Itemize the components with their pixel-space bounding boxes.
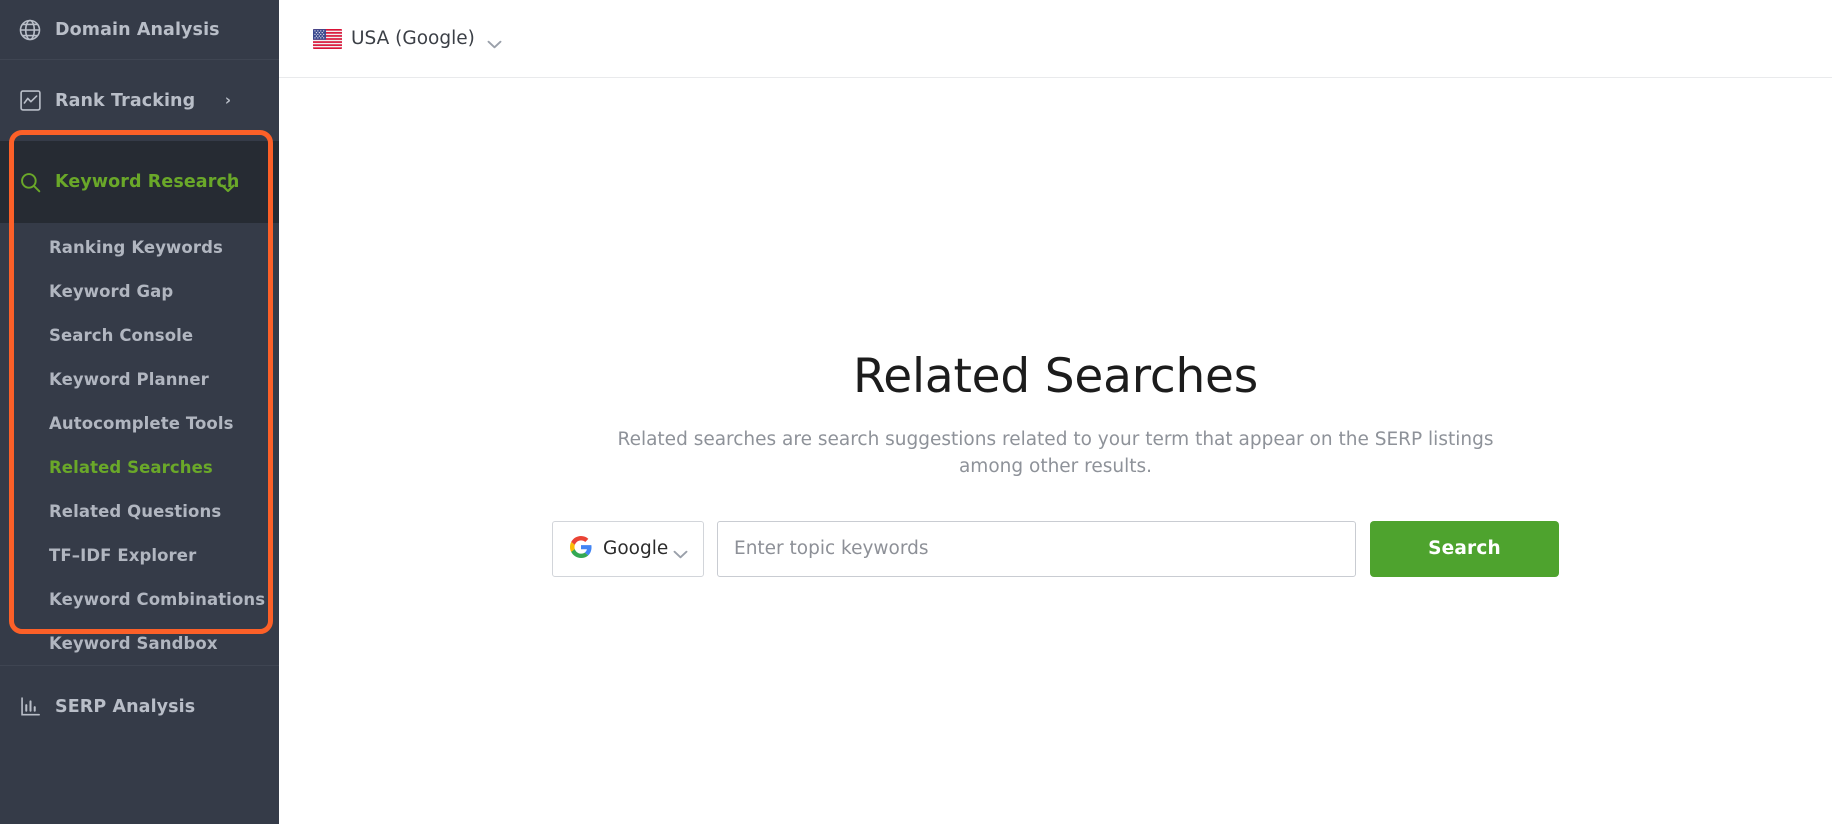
keyword-research-submenu: Ranking Keywords Keyword Gap Search Cons… — [0, 223, 279, 665]
search-icon — [17, 169, 43, 195]
chevron-down-icon — [221, 178, 235, 192]
chevron-down-icon — [487, 34, 502, 49]
sidebar-subitem-label: TF–IDF Explorer — [49, 545, 197, 565]
google-logo-icon — [570, 535, 592, 562]
sidebar-subitem-tf-idf-explorer[interactable]: TF–IDF Explorer — [0, 533, 279, 577]
sidebar-subitem-keyword-gap[interactable]: Keyword Gap — [0, 269, 279, 313]
sidebar-subitem-label: Keyword Sandbox — [49, 633, 218, 653]
search-button[interactable]: Search — [1370, 520, 1559, 577]
sidebar-subitem-label: Autocomplete Tools — [49, 413, 234, 433]
sidebar-item-label: SERP Analysis — [55, 696, 196, 717]
bar-chart-icon — [17, 694, 43, 720]
sidebar-subitem-keyword-planner[interactable]: Keyword Planner — [0, 357, 279, 401]
page-subtitle: Related searches are search suggestions … — [617, 429, 1494, 477]
sidebar-subitem-ranking-keywords[interactable]: Ranking Keywords — [0, 225, 279, 269]
sidebar-item-label: Keyword Research — [55, 172, 240, 192]
usa-flag-icon — [313, 28, 342, 49]
app-root: Domain Analysis Rank Tracking › Keyword … — [0, 0, 1832, 824]
sidebar-item-keyword-research[interactable]: Keyword Research — [0, 141, 279, 223]
country-label: USA (Google) — [351, 28, 475, 49]
sidebar-item-label: Domain Analysis — [55, 19, 220, 40]
sidebar-item-serp-analysis[interactable]: SERP Analysis — [0, 666, 279, 747]
sidebar: Domain Analysis Rank Tracking › Keyword … — [0, 0, 279, 824]
sidebar-subitem-keyword-combinations[interactable]: Keyword Combinations — [0, 577, 279, 621]
sidebar-subitem-label: Keyword Gap — [49, 281, 174, 301]
content-area: Related Searches Related searches are se… — [279, 78, 1832, 824]
globe-icon — [17, 17, 43, 43]
keyword-search-input[interactable] — [717, 520, 1356, 577]
chevron-right-icon: › — [224, 91, 231, 109]
country-selector[interactable]: USA (Google) — [313, 28, 502, 49]
sidebar-subitem-autocomplete-tools[interactable]: Autocomplete Tools — [0, 401, 279, 445]
search-engine-select[interactable]: Google — [552, 520, 704, 577]
sidebar-subitem-search-console[interactable]: Search Console — [0, 313, 279, 357]
sidebar-subitem-label: Keyword Planner — [49, 369, 209, 389]
sidebar-item-domain-analysis[interactable]: Domain Analysis — [0, 0, 279, 60]
sidebar-subitem-label: Related Questions — [49, 501, 222, 521]
top-bar: USA (Google) — [279, 0, 1832, 78]
sidebar-subitem-related-questions[interactable]: Related Questions — [0, 489, 279, 533]
sidebar-item-rank-tracking[interactable]: Rank Tracking › — [0, 60, 279, 141]
page-title: Related Searches — [852, 349, 1259, 404]
sidebar-subitem-label: Search Console — [49, 325, 194, 345]
chevron-down-icon — [673, 544, 688, 559]
sidebar-subitem-label: Ranking Keywords — [49, 237, 223, 257]
sidebar-subitem-label: Related Searches — [49, 457, 213, 477]
chart-line-icon — [17, 88, 43, 114]
sidebar-subitem-keyword-sandbox[interactable]: Keyword Sandbox — [0, 621, 279, 665]
search-engine-label: Google — [603, 538, 669, 560]
main-area: USA (Google) Related Searches Related se… — [279, 0, 1832, 824]
sidebar-subitem-related-searches[interactable]: Related Searches — [0, 445, 279, 489]
sidebar-subitem-label: Keyword Combinations — [49, 589, 266, 609]
sidebar-item-label: Rank Tracking — [55, 90, 196, 111]
search-form: Google Search — [552, 520, 1559, 577]
